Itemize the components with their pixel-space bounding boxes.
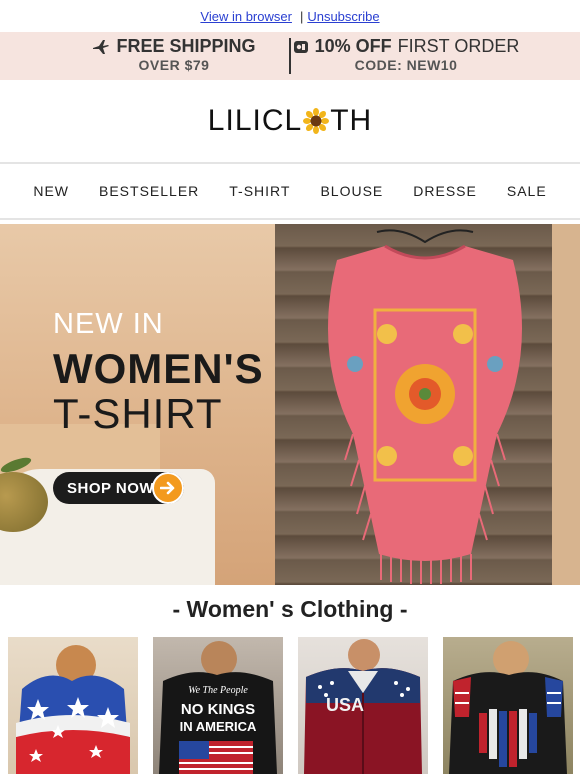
tee-print-top: We The People xyxy=(188,685,248,696)
view-in-browser-link[interactable]: View in browser xyxy=(200,9,292,24)
product-card[interactable]: USA xyxy=(298,637,428,774)
preheader-links: View in browser | Unsubscribe xyxy=(0,0,580,32)
brand-logo[interactable]: LILICL TH xyxy=(208,104,372,138)
product-card[interactable] xyxy=(8,637,138,774)
discount-label: FIRST ORDER xyxy=(397,36,520,56)
product-card[interactable]: We The People NO KINGS IN AMERICA xyxy=(153,637,283,774)
airplane-icon xyxy=(92,39,110,55)
product-card[interactable] xyxy=(443,637,573,774)
free-shipping-threshold: OVER $79 xyxy=(138,57,210,73)
link-separator: | xyxy=(299,8,304,24)
tee-print-mid: NO KINGS xyxy=(180,701,256,718)
free-shipping-block: FREE SHIPPING OVER $79 xyxy=(59,37,289,75)
section-title: - Women' s Clothing - xyxy=(172,596,408,622)
shirt-print-usa: USA xyxy=(325,695,364,715)
discount-amount: 10% OFF xyxy=(314,36,392,56)
hero-headline: NEW IN WOMEN'S T-SHIRT xyxy=(53,308,264,437)
hero-line-womens: WOMEN'S xyxy=(53,345,264,392)
nav-bottom-divider xyxy=(0,218,580,220)
hero-product-photo[interactable] xyxy=(275,224,580,585)
free-shipping-title: FREE SHIPPING xyxy=(116,36,256,56)
hero-line-tshirt: T-SHIRT xyxy=(53,390,223,437)
shop-now-label: SHOP NOW xyxy=(67,479,155,497)
main-nav: NEW BESTSELLER T-SHIRT BLOUSE DRESSE SAL… xyxy=(0,164,580,218)
sunflower-icon xyxy=(303,108,330,134)
coupon-icon xyxy=(293,39,309,55)
shop-now-button[interactable]: SHOP NOW xyxy=(53,472,184,504)
arrow-right-icon xyxy=(152,472,184,504)
discount-code: CODE: NEW10 xyxy=(354,57,458,73)
nav-item-t-shirt[interactable]: T-SHIRT xyxy=(214,183,305,199)
logo-text-left: LILICL xyxy=(207,104,303,137)
fringe-tunic-image xyxy=(328,229,522,584)
hero-line-new-in: NEW IN xyxy=(53,308,164,340)
logo-text-right: TH xyxy=(330,104,373,137)
promo-banner[interactable]: FREE SHIPPING OVER $79 10% OFF FIRST ORD… xyxy=(0,32,580,80)
tee-print-bot: IN AMERICA xyxy=(179,719,257,734)
black-heart-flag-tee-image xyxy=(449,641,567,774)
unsubscribe-link[interactable]: Unsubscribe xyxy=(307,9,379,24)
nav-item-sale[interactable]: SALE xyxy=(492,183,562,199)
nav-item-dresse[interactable]: DRESSE xyxy=(398,183,492,199)
nav-item-bestseller[interactable]: BESTSELLER xyxy=(84,183,214,199)
hero-banner[interactable]: NEW IN WOMEN'S T-SHIRT SHOP NOW xyxy=(0,224,580,585)
product-grid: We The People NO KINGS IN AMERICA USA xyxy=(8,637,574,774)
nav-item-new[interactable]: NEW xyxy=(18,183,84,199)
logo-row: LILICL TH xyxy=(0,80,580,162)
nav-item-blouse[interactable]: BLOUSE xyxy=(305,183,398,199)
discount-block: 10% OFF FIRST ORDER CODE: NEW10 xyxy=(291,37,521,75)
tie-dye-star-tee-image xyxy=(16,645,130,774)
